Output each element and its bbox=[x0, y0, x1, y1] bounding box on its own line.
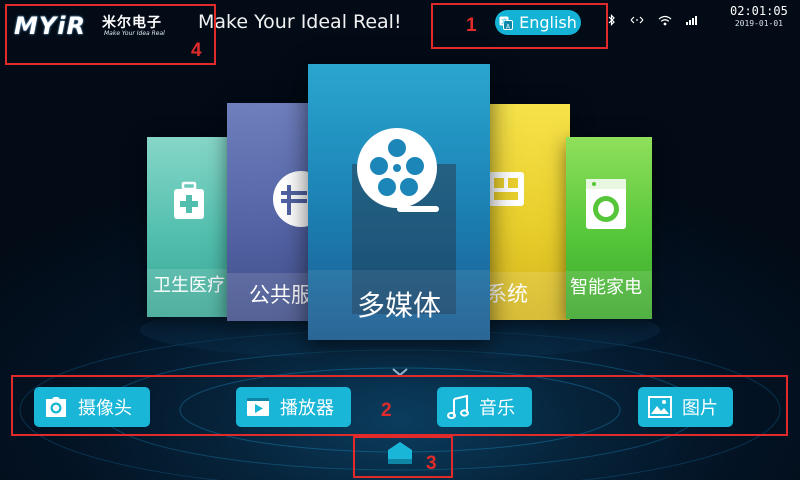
annotation-number-1: 1 bbox=[466, 15, 477, 36]
card-home-appliance[interactable]: 智能家电 bbox=[566, 137, 652, 319]
system-icon bbox=[488, 172, 524, 206]
film-reel-icon bbox=[357, 128, 439, 212]
slogan: Make Your Ideal Real! bbox=[198, 11, 402, 33]
annotation-box-3 bbox=[353, 436, 453, 478]
annotation-box-1 bbox=[431, 3, 608, 49]
card-public[interactable]: 公共服 bbox=[227, 103, 315, 321]
card-health-label: 卫生医疗 bbox=[153, 275, 225, 296]
network-arrows-icon bbox=[630, 16, 644, 24]
signal-strength-icon bbox=[686, 16, 697, 25]
card-system-label: 系统 bbox=[486, 282, 528, 306]
bluetooth-icon bbox=[608, 14, 615, 26]
clock-time: 02:01:05 bbox=[730, 4, 788, 18]
annotation-number-4: 4 bbox=[191, 40, 202, 61]
card-multimedia-label: 多媒体 bbox=[356, 289, 441, 322]
annotation-number-3: 3 bbox=[426, 453, 437, 474]
status-clock: 02:01:05 2019-01-01 bbox=[730, 5, 788, 28]
card-system[interactable]: 系统 bbox=[478, 104, 570, 320]
card-multimedia[interactable]: 多媒体 bbox=[308, 64, 490, 340]
washing-machine-icon bbox=[586, 179, 626, 229]
card-health[interactable]: 卫生医疗 bbox=[147, 137, 231, 317]
annotation-box-2 bbox=[11, 375, 788, 436]
card-public-label: 公共服 bbox=[249, 283, 312, 307]
annotation-number-2: 2 bbox=[381, 400, 392, 421]
card-home-label: 智能家电 bbox=[570, 277, 642, 298]
status-icons bbox=[608, 14, 698, 26]
first-aid-kit-icon bbox=[174, 181, 204, 219]
clock-date: 2019-01-01 bbox=[734, 19, 783, 28]
annotation-box-4 bbox=[5, 4, 216, 65]
wifi-icon bbox=[658, 15, 672, 25]
